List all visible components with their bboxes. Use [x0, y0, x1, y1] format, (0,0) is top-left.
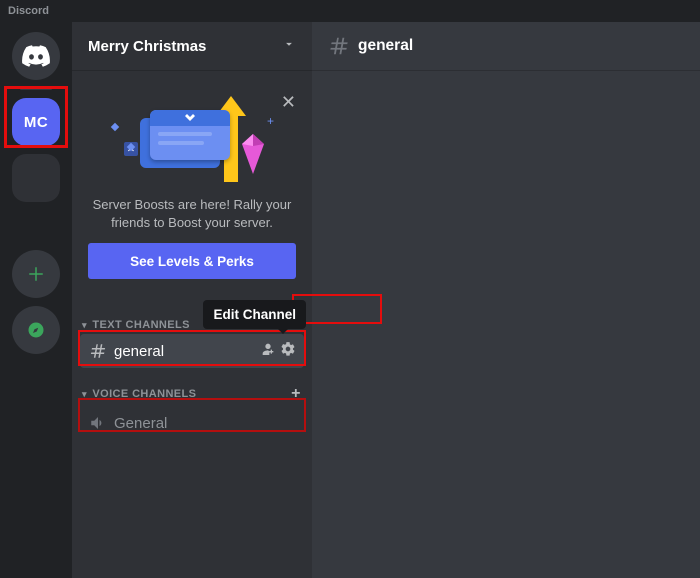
- content-area: general: [312, 22, 700, 578]
- boost-text: Server Boosts are here! Rally your frien…: [90, 196, 294, 231]
- server-rail: MC: [0, 22, 72, 578]
- channel-name: general: [114, 343, 164, 360]
- content-channel-title: general: [358, 37, 413, 55]
- category-label: TEXT CHANNELS: [92, 319, 189, 331]
- hash-icon: [328, 35, 350, 57]
- server-initials: MC: [24, 114, 48, 131]
- close-icon[interactable]: ✕: [281, 92, 296, 113]
- boost-illustration: ✕ +: [102, 96, 282, 188]
- chevron-down-icon: ▾: [82, 320, 87, 330]
- highlight-voice-channel: [78, 398, 306, 432]
- rail-separator: [20, 88, 52, 90]
- home-button[interactable]: [12, 32, 60, 80]
- server-button-mc[interactable]: MC: [12, 98, 60, 146]
- titlebar: Discord: [0, 0, 700, 22]
- hash-icon: [88, 342, 108, 360]
- see-levels-perks-button[interactable]: See Levels & Perks: [88, 243, 296, 279]
- gear-icon[interactable]: [280, 341, 296, 361]
- plus-icon: [27, 265, 45, 283]
- chevron-down-icon: [282, 37, 296, 56]
- server-folder-slot[interactable]: [12, 154, 60, 202]
- create-invite-icon[interactable]: [260, 341, 276, 361]
- server-header[interactable]: Merry Christmas: [72, 22, 312, 70]
- app-title: Discord: [8, 5, 49, 17]
- text-channel-general[interactable]: general: [80, 334, 304, 368]
- compass-icon: [27, 321, 45, 339]
- server-name: Merry Christmas: [88, 38, 206, 55]
- channel-panel: Merry Christmas ✕ ✕: [72, 22, 312, 578]
- add-server-button[interactable]: [12, 250, 60, 298]
- boost-card: ✕ ✕ +: [80, 86, 304, 295]
- edit-channel-tooltip: Edit Channel: [203, 300, 306, 329]
- content-header: general: [312, 22, 700, 70]
- explore-servers-button[interactable]: [12, 306, 60, 354]
- discord-logo-icon: [22, 45, 50, 67]
